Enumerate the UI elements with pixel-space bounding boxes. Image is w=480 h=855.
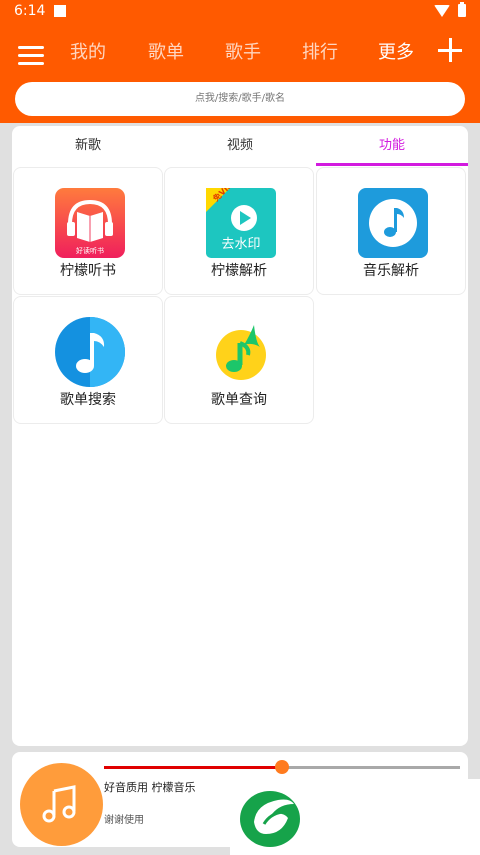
song-title: 好音质用 柠檬音乐 <box>104 781 196 794</box>
tile-playlist-query[interactable]: 歌单查询 <box>164 296 314 424</box>
tile-audiobook[interactable]: 好读听书 柠檬听书 <box>13 167 163 295</box>
tile-music-parse[interactable]: 音乐解析 <box>316 167 466 295</box>
progress-knob[interactable] <box>275 760 289 774</box>
tile-parse[interactable]: 免VIP 去水印 柠檬解析 <box>164 167 314 295</box>
player-disc-button[interactable] <box>20 763 103 846</box>
notification-icon <box>54 5 66 17</box>
nav-tab-more[interactable]: 更多 <box>378 38 414 64</box>
tile-playlist-search[interactable]: 歌单搜索 <box>13 296 163 424</box>
music-note-icon <box>358 188 428 258</box>
tile-label: 歌单查询 <box>211 392 267 408</box>
nav-tab-singers[interactable]: 歌手 <box>225 38 261 64</box>
watermark-remove-icon: 免VIP 去水印 <box>206 180 276 258</box>
nav-tab-mine[interactable]: 我的 <box>70 38 106 64</box>
music-note-circle-icon <box>55 317 125 387</box>
book-icon-text: 好读听书 <box>76 246 104 255</box>
battery-icon <box>458 2 466 17</box>
tile-label: 歌单搜索 <box>60 392 116 408</box>
wifi-icon <box>434 4 450 17</box>
nav-tab-playlists[interactable]: 歌单 <box>148 38 184 64</box>
status-time: 6:14 <box>14 3 46 19</box>
tab-new-songs[interactable]: 新歌 <box>12 126 164 166</box>
plus-icon[interactable] <box>438 38 462 62</box>
menu-icon[interactable] <box>18 44 44 66</box>
qq-music-icon <box>206 317 276 387</box>
tile-label: 音乐解析 <box>363 263 419 279</box>
watermark-text: 去水印 <box>221 237 260 252</box>
nav-tab-charts[interactable]: 排行 <box>302 38 338 64</box>
leaf-logo-icon <box>240 791 300 847</box>
logo-overlay <box>230 779 480 855</box>
app-bar: 我的 歌单 歌手 排行 更多 点我/搜索/歌手/歌名 <box>0 24 480 123</box>
nav-tabs: 我的 歌单 歌手 排行 更多 <box>70 38 426 64</box>
search-input[interactable]: 点我/搜索/歌手/歌名 <box>15 82 465 116</box>
headphones-book-icon: 好读听书 <box>55 188 125 258</box>
tab-indicator <box>316 163 468 166</box>
song-subtitle: 谢谢使用 <box>104 815 144 826</box>
tab-functions[interactable]: 功能 <box>316 126 468 166</box>
music-notes-icon <box>42 785 76 823</box>
progress-fill <box>104 766 282 769</box>
status-bar: 6:14 <box>0 0 480 24</box>
content-card: 新歌 视频 功能 好读听书 柠檬听书 免VIP 去水印 柠檬解析 音乐解析 歌单… <box>12 126 468 746</box>
tab-videos[interactable]: 视频 <box>164 126 316 166</box>
tile-label: 柠檬听书 <box>60 263 116 279</box>
progress-slider[interactable] <box>104 760 460 774</box>
status-icons <box>434 2 466 17</box>
tile-label: 柠檬解析 <box>211 263 267 279</box>
